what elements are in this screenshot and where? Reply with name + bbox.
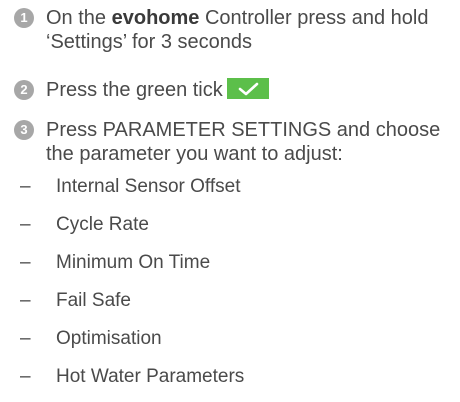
parameter-item: – Minimum On Time — [20, 251, 210, 275]
parameter-label: Hot Water Parameters — [56, 366, 245, 387]
parameter-label: Fail Safe — [56, 290, 131, 311]
step-3-text: Press PARAMETER SETTINGS and choose the … — [46, 119, 441, 165]
bullet-dash: – — [20, 328, 31, 349]
bullet-dash: – — [20, 252, 31, 273]
step-2: 2 Press the green tick — [14, 78, 446, 102]
parameter-item: – Fail Safe — [20, 289, 131, 313]
checkmark-icon — [226, 78, 269, 100]
parameter-label: Minimum On Time — [56, 252, 211, 273]
bullet-dash: – — [20, 214, 31, 235]
parameter-label: Internal Sensor Offset — [56, 176, 241, 197]
step-1-number: 1 — [14, 8, 34, 28]
parameter-label: Cycle Rate — [56, 214, 149, 235]
parameter-label: Optimisation — [56, 328, 162, 349]
step-1-text: On the evohome Controller press and hold… — [46, 7, 429, 53]
step-3-number: 3 — [14, 120, 34, 140]
instructions: 1 On the evohome Controller press and ho… — [0, 0, 460, 402]
step-2-text: Press the green tick — [46, 78, 446, 102]
bullet-dash: – — [20, 176, 31, 197]
bullet-dash: – — [20, 290, 31, 311]
bullet-dash: – — [20, 366, 31, 387]
parameter-item: – Optimisation — [20, 327, 162, 351]
parameter-item: – Internal Sensor Offset — [20, 175, 240, 199]
brand-name: evohome — [111, 7, 200, 29]
parameter-item: – Hot Water Parameters — [20, 365, 244, 389]
step-3: 3 Press PARAMETER SETTINGS and choose th… — [14, 118, 446, 166]
parameter-item: – Cycle Rate — [20, 213, 149, 237]
step-1: 1 On the evohome Controller press and ho… — [14, 6, 446, 54]
step-2-number: 2 — [14, 80, 34, 100]
